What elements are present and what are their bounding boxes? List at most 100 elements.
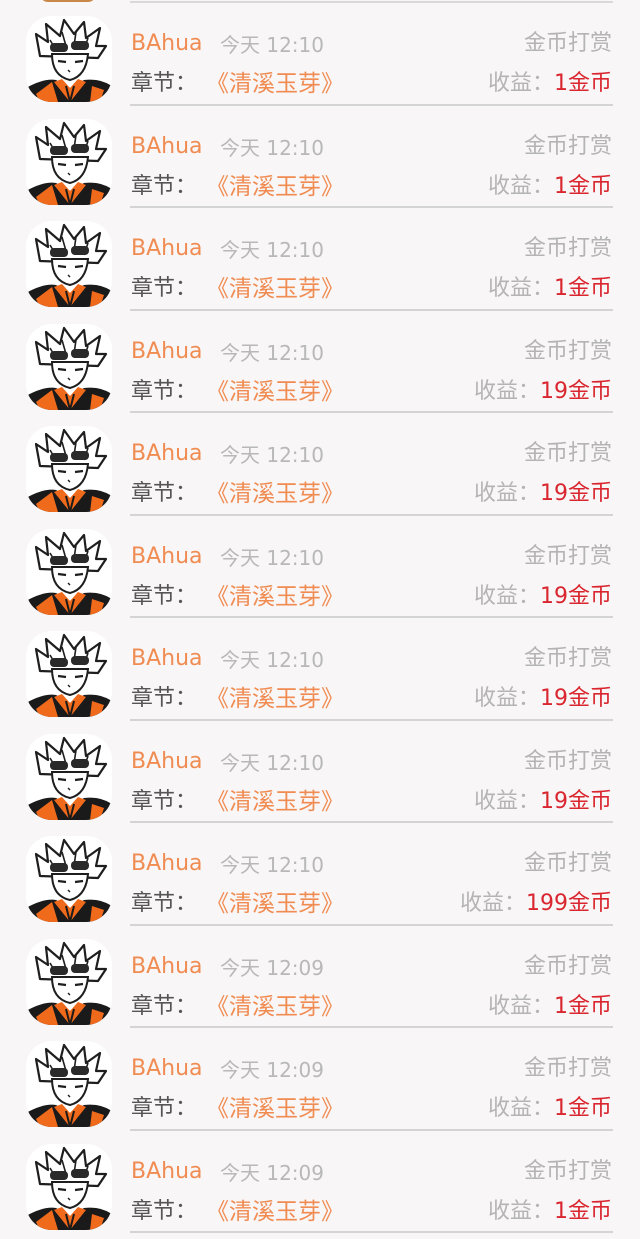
user-avatar-icon	[26, 528, 112, 615]
chapter-name[interactable]: 《清溪玉芽》	[206, 582, 344, 612]
chapter-name[interactable]: 《清溪玉芽》	[206, 377, 344, 407]
user-name[interactable]: BAhua	[131, 30, 203, 58]
income-label: 收益：	[473, 686, 540, 711]
user-avatar[interactable]	[26, 118, 112, 205]
user-avatar[interactable]	[26, 938, 112, 1025]
chapter-name[interactable]: 《清溪玉芽》	[206, 889, 344, 919]
user-name[interactable]: BAhua	[131, 953, 203, 981]
income: 收益：19金币	[474, 582, 612, 612]
user-avatar-icon	[26, 16, 112, 102]
user-avatar-icon	[26, 221, 112, 307]
reward-time: 今天 12:09	[220, 955, 324, 980]
reward-list-item[interactable]: BAhua 今天 12:09 金币打赏 章节： 《清溪玉芽》 收益：1金币	[0, 926, 640, 1028]
chapter-label: 章节：	[131, 1198, 198, 1224]
chapter-name[interactable]: 《清溪玉芽》	[206, 479, 344, 509]
user-avatar[interactable]	[26, 426, 112, 512]
income-amount: 1金币	[554, 276, 612, 301]
reward-list-item[interactable]: BAhua 今天 12:10 金币打赏 章节： 《清溪玉芽》 收益：19金币	[0, 721, 640, 823]
reward-type: 金币打赏	[523, 236, 612, 261]
chapter-label: 章节：	[131, 481, 198, 506]
reward-list-item[interactable]: BAhua 今天 12:10 金币打赏 章节： 《清溪玉芽》 收益：19金币	[0, 413, 640, 516]
income-amount: 19金币	[540, 583, 612, 609]
user-name[interactable]: BAhua	[131, 1158, 203, 1186]
reward-time: 今天 12:10	[220, 750, 324, 775]
user-avatar[interactable]	[26, 733, 112, 820]
chapter-name[interactable]: 《清溪玉芽》	[206, 787, 344, 817]
user-name[interactable]: BAhua	[131, 338, 203, 366]
chapter-name[interactable]: 《清溪玉芽》	[206, 992, 344, 1022]
income-label: 收益：	[487, 1198, 554, 1224]
reward-time: 今天 12:10	[220, 33, 324, 57]
user-avatar[interactable]	[26, 323, 112, 410]
reward-time: 今天 12:09	[220, 1160, 324, 1185]
income-amount: 19金币	[540, 788, 612, 814]
reward-list-item[interactable]: BAhua 今天 12:10 金币打赏 章节： 《清溪玉芽》 收益：1金币	[0, 3, 640, 106]
user-avatar[interactable]	[26, 16, 112, 102]
reward-type: 金币打赏	[523, 748, 612, 774]
row-divider	[130, 1231, 613, 1233]
income: 收益：199金币	[460, 889, 612, 919]
income-amount: 19金币	[540, 378, 612, 404]
chapter-name[interactable]: 《清溪玉芽》	[206, 172, 344, 202]
user-name[interactable]: BAhua	[131, 645, 203, 673]
income: 收益：1金币	[488, 992, 612, 1022]
chapter-label: 章节：	[131, 993, 198, 1019]
user-avatar[interactable]	[26, 836, 112, 922]
reward-list-item[interactable]: BAhua 今天 12:09 金币打赏 章节： 《清溪玉芽》 收益：1金币	[0, 1131, 640, 1233]
income: 收益：19金币	[474, 787, 612, 817]
income-label: 收益：	[487, 276, 554, 301]
reward-type: 金币打赏	[523, 31, 612, 56]
reward-time: 今天 12:10	[220, 238, 324, 262]
user-name[interactable]: BAhua	[131, 440, 203, 468]
reward-type: 金币打赏	[523, 133, 612, 159]
chapter-name[interactable]: 《清溪玉芽》	[206, 1094, 344, 1124]
income: 收益：19金币	[474, 377, 612, 407]
income-amount: 1金币	[554, 993, 612, 1019]
user-avatar[interactable]	[26, 1041, 112, 1127]
user-name[interactable]: BAhua	[131, 235, 203, 263]
reward-list-item[interactable]: BAhua 今天 12:09 金币打赏 章节： 《清溪玉芽》 收益：1金币	[0, 1028, 640, 1131]
income-amount: 1金币	[554, 1096, 612, 1121]
user-avatar[interactable]	[26, 528, 112, 615]
reward-time: 今天 12:10	[220, 340, 324, 365]
chapter-name[interactable]: 《清溪玉芽》	[206, 69, 344, 99]
user-name[interactable]: BAhua	[131, 1055, 203, 1083]
reward-type: 金币打赏	[523, 338, 612, 364]
reward-list-item[interactable]: BAhua 今天 12:10 金币打赏 章节： 《清溪玉芽》 收益：19金币	[0, 618, 640, 721]
income: 收益：19金币	[474, 684, 612, 714]
income-label: 收益：	[473, 788, 540, 814]
income: 收益：19金币	[474, 479, 612, 509]
user-name[interactable]: BAhua	[131, 748, 203, 776]
user-name[interactable]: BAhua	[131, 133, 203, 161]
user-avatar[interactable]	[26, 631, 112, 717]
reward-type: 金币打赏	[523, 1158, 612, 1184]
reward-time: 今天 12:10	[220, 135, 324, 160]
avatar-partial	[40, 0, 96, 2]
income-amount: 1金币	[554, 1198, 612, 1224]
reward-list-item[interactable]: BAhua 今天 12:10 金币打赏 章节： 《清溪玉芽》 收益：1金币	[0, 208, 640, 311]
chapter-name[interactable]: 《清溪玉芽》	[206, 274, 344, 304]
user-avatar[interactable]	[26, 1143, 112, 1230]
chapter-label: 章节：	[131, 1096, 198, 1121]
user-avatar[interactable]	[26, 221, 112, 307]
income-amount: 199金币	[526, 891, 612, 916]
user-name[interactable]: BAhua	[131, 543, 203, 571]
reward-list-item[interactable]: BAhua 今天 12:10 金币打赏 章节： 《清溪玉芽》 收益：19金币	[0, 516, 640, 618]
reward-list-item[interactable]: BAhua 今天 12:10 金币打赏 章节： 《清溪玉芽》 收益：199金币	[0, 823, 640, 926]
income-label: 收益：	[487, 993, 554, 1019]
income-label: 收益：	[473, 583, 540, 609]
income: 收益：1金币	[488, 1094, 612, 1124]
chapter-label: 章节：	[131, 173, 198, 199]
user-name[interactable]: BAhua	[131, 850, 203, 878]
chapter-label: 章节：	[131, 583, 198, 609]
user-avatar-icon	[26, 1041, 112, 1127]
income: 收益：1金币	[488, 69, 612, 99]
reward-list-item[interactable]: BAhua 今天 12:10 金币打赏 章节： 《清溪玉芽》 收益：19金币	[0, 311, 640, 413]
income: 收益：1金币	[488, 172, 612, 202]
user-avatar-icon	[26, 631, 112, 717]
chapter-label: 章节：	[131, 891, 198, 916]
income-amount: 1金币	[554, 71, 612, 96]
chapter-name[interactable]: 《清溪玉芽》	[206, 684, 344, 714]
chapter-name[interactable]: 《清溪玉芽》	[206, 1197, 344, 1227]
reward-list-item[interactable]: BAhua 今天 12:10 金币打赏 章节： 《清溪玉芽》 收益：1金币	[0, 106, 640, 208]
